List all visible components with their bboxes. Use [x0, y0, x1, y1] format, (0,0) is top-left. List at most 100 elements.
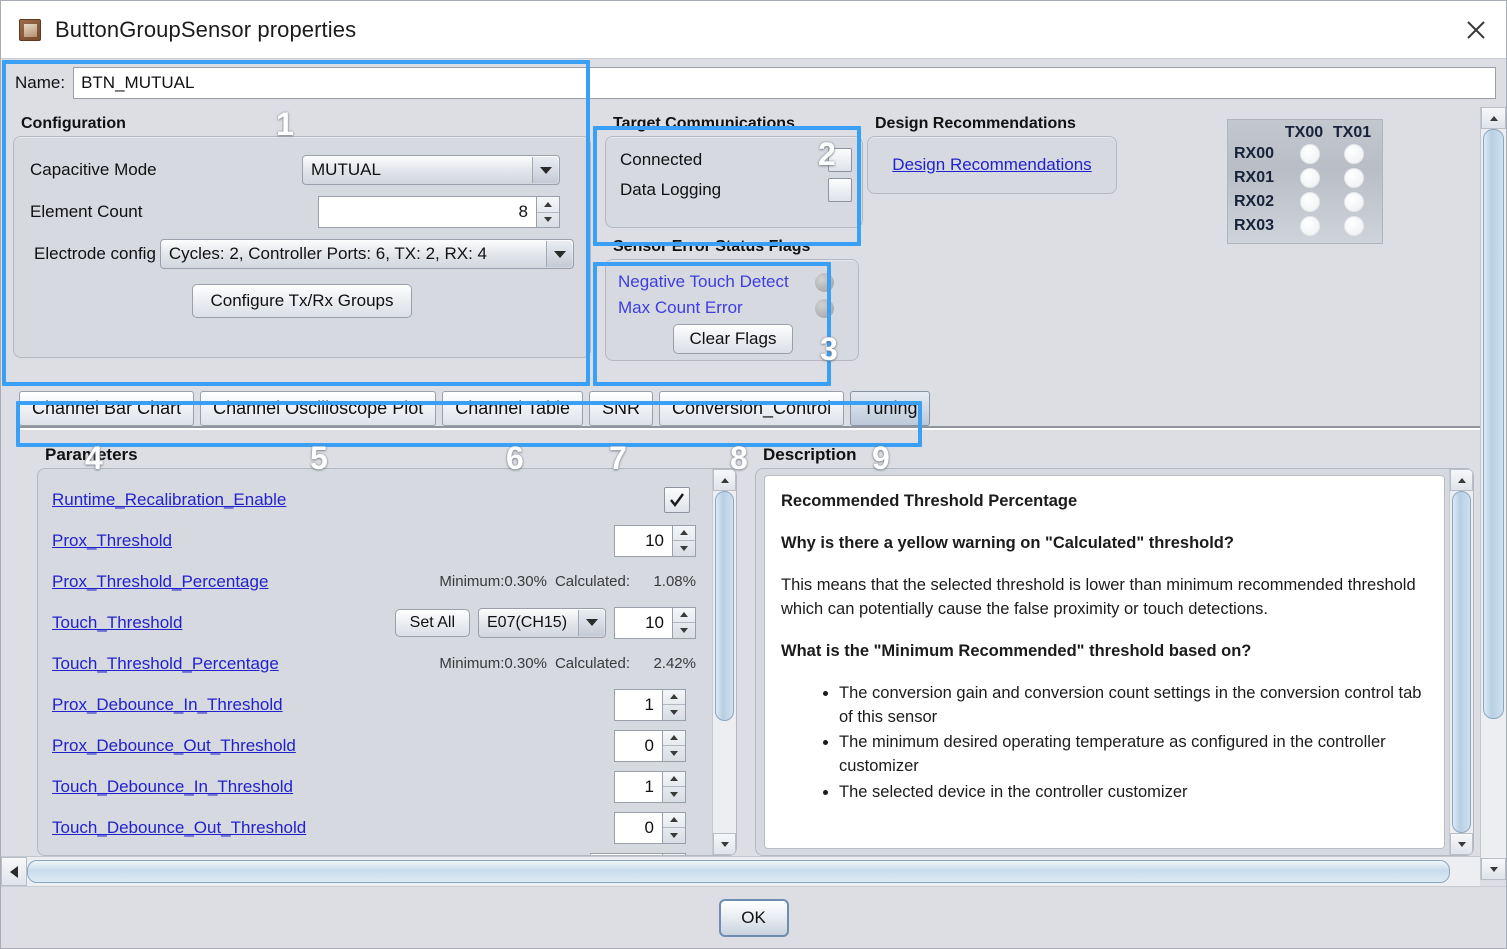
data-logging-checkbox[interactable] [828, 178, 852, 202]
param-value-touch-debounce-out[interactable]: 0 [614, 811, 662, 844]
param-spin-buttons-prox-debounce-in[interactable] [662, 688, 686, 721]
param-row-prox-threshold-percentage: Prox_Threshold_Percentage Minimum:0.30% … [52, 561, 708, 602]
spin-down-icon[interactable] [673, 623, 695, 638]
scroll-left-icon[interactable] [1, 857, 27, 886]
txrx-cell-rx03-tx01[interactable] [1343, 216, 1364, 236]
spin-up-icon[interactable] [663, 772, 685, 787]
parameters-scrollbar[interactable] [712, 469, 736, 855]
param-spin-buttons-sensor-timeout[interactable] [662, 852, 686, 856]
txrx-cell-rx00-tx00[interactable] [1299, 144, 1320, 164]
configure-txrx-groups-button[interactable]: Configure Tx/Rx Groups [191, 284, 413, 318]
param-label-touch-debounce-in-threshold[interactable]: Touch_Debounce_In_Threshold [52, 777, 614, 797]
tab-channel-bar-chart[interactable]: Channel Bar Chart [19, 391, 195, 426]
spin-down-icon[interactable] [663, 828, 685, 843]
param-stepper-touch-threshold[interactable]: 10 [614, 606, 696, 639]
dialog-scroll-track[interactable] [1481, 129, 1506, 858]
spin-up-icon[interactable] [537, 197, 559, 213]
description-scrollbar[interactable] [1449, 469, 1473, 855]
param-value-prox-debounce-out[interactable]: 0 [614, 729, 662, 762]
param-label-prox-threshold[interactable]: Prox_Threshold [52, 531, 614, 551]
param-stepper-sensor-timeout[interactable]: 65,535 [590, 852, 686, 856]
properties-dialog: ButtonGroupSensor properties Name: Confi… [0, 0, 1507, 949]
spin-up-icon[interactable] [663, 731, 685, 746]
spin-up-icon[interactable] [663, 690, 685, 705]
param-value-touch-debounce-in[interactable]: 1 [614, 770, 662, 803]
param-stepper-prox-debounce-in[interactable]: 1 [614, 688, 686, 721]
capacitive-mode-select[interactable]: MUTUAL [302, 155, 560, 185]
element-count-stepper[interactable]: 8 [318, 196, 560, 228]
param-spin-buttons-prox-threshold[interactable] [672, 524, 696, 557]
description-scroll-thumb[interactable] [1452, 491, 1471, 833]
param-label-prox-debounce-out-threshold[interactable]: Prox_Debounce_Out_Threshold [52, 736, 614, 756]
electrode-config-select[interactable]: Cycles: 2, Controller Ports: 6, TX: 2, R… [159, 239, 574, 269]
electrode-config-label: Electrode config [34, 244, 156, 263]
param-value-prox-threshold[interactable]: 10 [614, 524, 672, 557]
txrx-cell-rx02-tx01[interactable] [1343, 192, 1364, 212]
set-all-button[interactable]: Set All [394, 608, 470, 637]
design-recommendations-link[interactable]: Design Recommendations [892, 155, 1091, 175]
spin-down-icon[interactable] [663, 705, 685, 720]
param-label-touch-debounce-out-threshold[interactable]: Touch_Debounce_Out_Threshold [52, 818, 614, 838]
param-spin-buttons-touch-debounce-out[interactable] [662, 811, 686, 844]
scroll-up-icon[interactable] [1450, 469, 1473, 491]
spin-up-icon[interactable] [663, 854, 685, 856]
param-value-touch-threshold[interactable]: 10 [614, 606, 672, 639]
clear-flags-button[interactable]: Clear Flags [672, 324, 794, 354]
spin-up-icon[interactable] [673, 526, 695, 541]
spin-up-icon[interactable] [663, 813, 685, 828]
txrx-cell-rx02-tx00[interactable] [1299, 192, 1320, 212]
element-count-spin-buttons[interactable] [536, 196, 560, 228]
name-input[interactable] [73, 67, 1496, 99]
param-value-sensor-timeout[interactable]: 65,535 [590, 852, 662, 855]
txrx-row-rx01: RX01 [1234, 166, 1376, 190]
tab-snr[interactable]: SNR [588, 391, 653, 426]
param-stepper-touch-debounce-in[interactable]: 1 [614, 770, 686, 803]
param-stepper-touch-debounce-out[interactable]: 0 [614, 811, 686, 844]
dialog-scrollbar[interactable] [1480, 107, 1506, 880]
tab-tuning[interactable]: Tuning [850, 391, 931, 426]
element-count-value[interactable]: 8 [318, 196, 536, 228]
horizontal-scroll-track[interactable] [27, 857, 1480, 886]
horizontal-scrollbar[interactable] [1, 856, 1480, 886]
horizontal-scroll-thumb[interactable] [27, 860, 1450, 883]
txrx-cell-rx01-tx00[interactable] [1299, 168, 1320, 188]
scroll-up-icon[interactable] [1481, 107, 1506, 129]
txrx-cell-rx03-tx00[interactable] [1299, 216, 1320, 236]
spin-down-icon[interactable] [663, 746, 685, 761]
scroll-down-icon[interactable] [713, 833, 736, 855]
description-scroll-track[interactable] [1450, 491, 1473, 833]
param-stepper-prox-threshold[interactable]: 10 [614, 524, 696, 557]
param-stepper-prox-debounce-out[interactable]: 0 [614, 729, 686, 762]
spin-down-icon[interactable] [537, 213, 559, 228]
tab-channel-table[interactable]: Channel Table [442, 391, 583, 426]
param-checkbox-runtime-recalibration-enable[interactable] [664, 486, 690, 513]
connected-checkbox[interactable] [828, 148, 852, 172]
spin-down-icon[interactable] [663, 787, 685, 802]
txrx-cell-rx00-tx01[interactable] [1343, 144, 1364, 164]
param-label-runtime-recalibration-enable[interactable]: Runtime_Recalibration_Enable [52, 490, 664, 510]
tab-conversion-control[interactable]: Conversion_Control [659, 391, 845, 426]
sensor-app-icon [19, 18, 41, 41]
param-spin-buttons-prox-debounce-out[interactable] [662, 729, 686, 762]
tab-channel-oscilloscope-plot[interactable]: Channel Oscilloscope Plot [200, 391, 437, 426]
param-label-touch-threshold[interactable]: Touch_Threshold [52, 613, 395, 633]
close-icon[interactable] [1446, 1, 1506, 58]
spin-down-icon[interactable] [673, 541, 695, 556]
param-spin-buttons-touch-threshold[interactable] [672, 606, 696, 639]
dialog-scroll-thumb[interactable] [1483, 129, 1504, 719]
parameters-scroll-track[interactable] [713, 491, 736, 833]
parameters-list: Runtime_Recalibration_Enable Prox_Thresh… [38, 469, 712, 855]
txrx-cell-rx01-tx01[interactable] [1343, 168, 1364, 188]
param-label-touch-threshold-percentage[interactable]: Touch_Threshold_Percentage [52, 654, 439, 674]
scroll-down-icon[interactable] [1481, 858, 1506, 880]
param-label-prox-debounce-in-threshold[interactable]: Prox_Debounce_In_Threshold [52, 695, 614, 715]
param-value-prox-debounce-in[interactable]: 1 [614, 688, 662, 721]
channel-select[interactable]: E07(CH15) [478, 607, 606, 638]
param-label-prox-threshold-percentage[interactable]: Prox_Threshold_Percentage [52, 572, 439, 592]
scroll-up-icon[interactable] [713, 469, 736, 491]
scroll-down-icon[interactable] [1450, 833, 1473, 855]
parameters-scroll-thumb[interactable] [715, 491, 734, 721]
spin-up-icon[interactable] [673, 608, 695, 623]
ok-button[interactable]: OK [718, 898, 789, 937]
param-spin-buttons-touch-debounce-in[interactable] [662, 770, 686, 803]
